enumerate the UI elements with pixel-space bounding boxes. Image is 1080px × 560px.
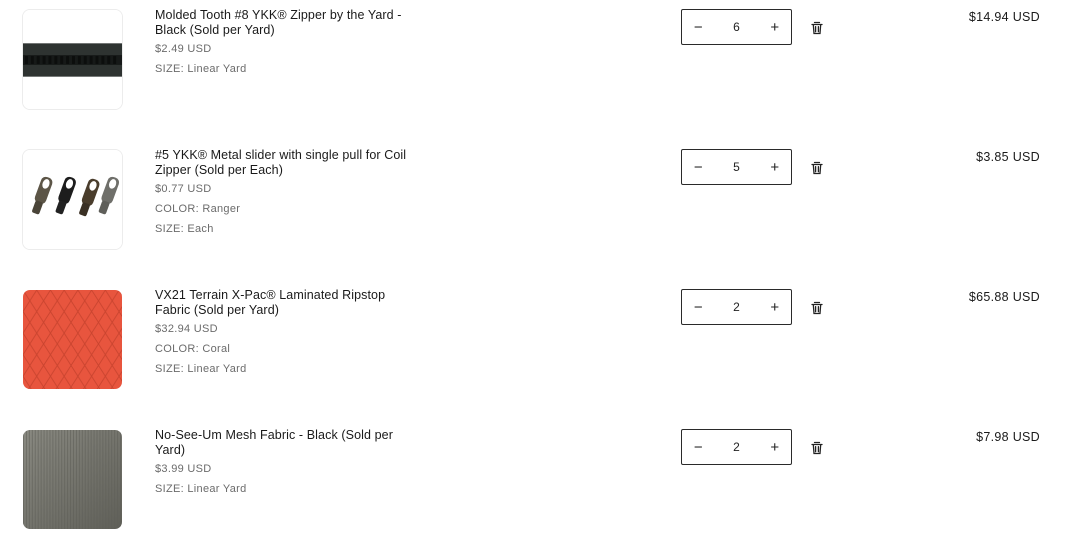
- item-details: #5 YKK® Metal slider with single pull fo…: [155, 148, 415, 235]
- item-details: No-See-Um Mesh Fabric - Black (Sold per …: [155, 428, 415, 495]
- product-image-zipper[interactable]: [22, 9, 123, 110]
- item-title-line2: Fabric (Sold per Yard): [155, 303, 280, 317]
- unit-price: $0.77 USD: [155, 183, 212, 195]
- option-value: Linear Yard: [187, 483, 247, 495]
- unit-price: $2.49 USD: [155, 43, 212, 55]
- item-title-line1: VX21 Terrain X-Pac® Laminated Ripstop: [155, 288, 386, 302]
- item-title-line1: No-See-Um Mesh Fabric - Black (Sold per: [155, 428, 393, 442]
- increase-quantity-button[interactable]: +: [759, 150, 792, 184]
- option-size: SIZE: Linear Yard: [155, 363, 415, 375]
- trash-icon[interactable]: [809, 20, 825, 36]
- item-details: Molded Tooth #8 YKK® Zipper by the Yard …: [155, 8, 415, 75]
- option-size: SIZE: Linear Yard: [155, 483, 415, 495]
- line-total: $7.98 USD: [976, 430, 1040, 444]
- option-color: COLOR: Ranger: [155, 203, 415, 215]
- unit-price: $32.94 USD: [155, 323, 218, 335]
- increase-quantity-button[interactable]: +: [759, 290, 792, 324]
- item-title-line2: Black (Sold per Yard): [155, 23, 275, 37]
- cart-item: Molded Tooth #8 YKK® Zipper by the Yard …: [0, 0, 1080, 140]
- trash-icon[interactable]: [809, 300, 825, 316]
- item-title[interactable]: #5 YKK® Metal slider with single pull fo…: [155, 148, 415, 178]
- decrease-quantity-button[interactable]: −: [682, 430, 715, 464]
- quantity-stepper: − +: [681, 289, 792, 325]
- slider-pulls-image: [23, 150, 122, 249]
- option-size: SIZE: Each: [155, 223, 415, 235]
- item-title[interactable]: VX21 Terrain X-Pac® Laminated Ripstop Fa…: [155, 288, 415, 318]
- quantity-input[interactable]: [714, 299, 759, 315]
- item-title-line1: Molded Tooth #8 YKK® Zipper by the Yard …: [155, 8, 402, 22]
- item-title-line2: Zipper (Sold per Each): [155, 163, 283, 177]
- quantity-input[interactable]: [714, 439, 759, 455]
- item-title[interactable]: Molded Tooth #8 YKK® Zipper by the Yard …: [155, 8, 415, 38]
- item-details: VX21 Terrain X-Pac® Laminated Ripstop Fa…: [155, 288, 415, 375]
- trash-icon[interactable]: [809, 160, 825, 176]
- mesh-fabric-image: [23, 430, 122, 529]
- option-name: SIZE:: [155, 63, 185, 75]
- item-title-line2: Yard): [155, 443, 186, 457]
- decrease-quantity-button[interactable]: −: [682, 10, 715, 44]
- quantity-stepper: − +: [681, 149, 792, 185]
- increase-quantity-button[interactable]: +: [759, 430, 792, 464]
- item-title-line1: #5 YKK® Metal slider with single pull fo…: [155, 148, 407, 162]
- quantity-input[interactable]: [714, 159, 759, 175]
- coral-fabric-image: [23, 290, 122, 389]
- quantity-stepper: − +: [681, 429, 792, 465]
- decrease-quantity-button[interactable]: −: [682, 150, 715, 184]
- quantity-stepper: − +: [681, 9, 792, 45]
- item-title[interactable]: No-See-Um Mesh Fabric - Black (Sold per …: [155, 428, 415, 458]
- increase-quantity-button[interactable]: +: [759, 10, 792, 44]
- option-size: SIZE: Linear Yard: [155, 63, 415, 75]
- cart-item: #5 YKK® Metal slider with single pull fo…: [0, 140, 1080, 280]
- option-name: SIZE:: [155, 483, 185, 495]
- option-value: Linear Yard: [187, 363, 247, 375]
- option-name: SIZE:: [155, 363, 185, 375]
- option-name: SIZE:: [155, 223, 185, 235]
- quantity-input[interactable]: [714, 19, 759, 35]
- option-value: Coral: [202, 343, 231, 355]
- line-total: $14.94 USD: [968, 10, 1040, 24]
- option-value: Linear Yard: [187, 63, 247, 75]
- option-value: Each: [187, 223, 214, 235]
- zipper-image: [23, 10, 122, 109]
- line-total: $65.88 USD: [968, 290, 1040, 304]
- product-image-slider[interactable]: [22, 149, 123, 250]
- product-image-coral-fabric[interactable]: [22, 289, 123, 390]
- line-total: $3.85 USD: [976, 150, 1040, 164]
- option-color: COLOR: Coral: [155, 343, 415, 355]
- cart-item: No-See-Um Mesh Fabric - Black (Sold per …: [0, 420, 1080, 560]
- option-name: COLOR:: [155, 343, 199, 355]
- option-value: Ranger: [202, 203, 241, 215]
- unit-price: $3.99 USD: [155, 463, 212, 475]
- cart-item: VX21 Terrain X-Pac® Laminated Ripstop Fa…: [0, 280, 1080, 420]
- product-image-mesh-fabric[interactable]: [22, 429, 123, 530]
- trash-icon[interactable]: [809, 440, 825, 456]
- decrease-quantity-button[interactable]: −: [682, 290, 715, 324]
- option-name: COLOR:: [155, 203, 199, 215]
